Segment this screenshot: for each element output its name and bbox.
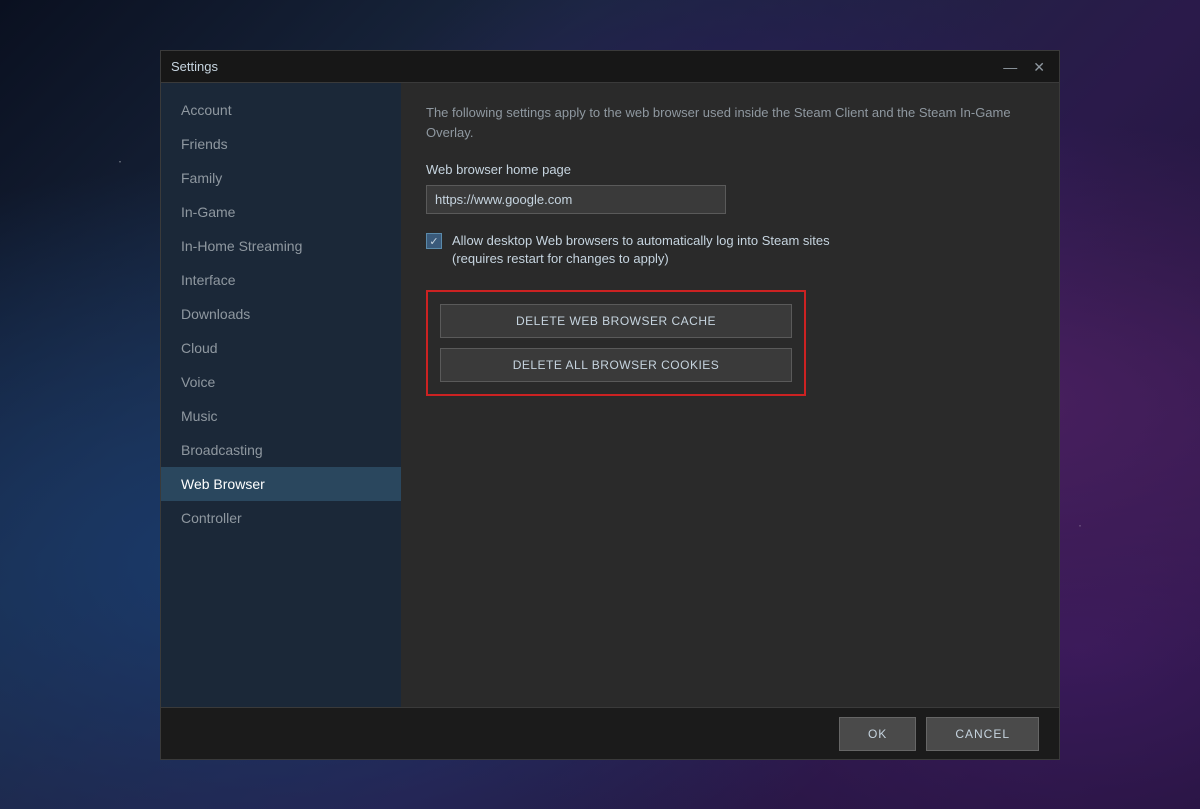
sidebar-item-controller[interactable]: Controller [161, 501, 401, 535]
sidebar-item-account[interactable]: Account [161, 93, 401, 127]
sidebar-item-cloud[interactable]: Cloud [161, 331, 401, 365]
sidebar-item-family[interactable]: Family [161, 161, 401, 195]
window-footer: OK CANCEL [161, 707, 1059, 759]
auto-login-checkbox[interactable] [426, 233, 442, 249]
title-bar: Settings — ✕ [161, 51, 1059, 83]
delete-cache-button[interactable]: DELETE WEB BROWSER CACHE [440, 304, 792, 338]
close-button[interactable]: ✕ [1029, 58, 1049, 76]
sidebar-item-downloads[interactable]: Downloads [161, 297, 401, 331]
cancel-button[interactable]: CANCEL [926, 717, 1039, 751]
window-body: Account Friends Family In-Game In-Home S… [161, 83, 1059, 707]
delete-section: DELETE WEB BROWSER CACHE DELETE ALL BROW… [426, 290, 806, 396]
settings-window: Settings — ✕ Account Friends Family In-G… [160, 50, 1060, 760]
sidebar-item-in-game[interactable]: In-Game [161, 195, 401, 229]
description-text: The following settings apply to the web … [426, 103, 1034, 142]
delete-cookies-button[interactable]: DELETE ALL BROWSER COOKIES [440, 348, 792, 382]
window-controls: — ✕ [999, 58, 1049, 76]
sidebar: Account Friends Family In-Game In-Home S… [161, 83, 401, 707]
home-page-label: Web browser home page [426, 162, 1034, 177]
sidebar-item-in-home-streaming[interactable]: In-Home Streaming [161, 229, 401, 263]
minimize-button[interactable]: — [999, 58, 1021, 76]
window-title: Settings [171, 59, 218, 74]
checkbox-label: Allow desktop Web browsers to automatica… [452, 232, 830, 268]
main-content: The following settings apply to the web … [401, 83, 1059, 707]
ok-button[interactable]: OK [839, 717, 916, 751]
home-page-input[interactable] [426, 185, 726, 214]
sidebar-item-friends[interactable]: Friends [161, 127, 401, 161]
sidebar-item-music[interactable]: Music [161, 399, 401, 433]
sidebar-item-interface[interactable]: Interface [161, 263, 401, 297]
sidebar-item-web-browser[interactable]: Web Browser [161, 467, 401, 501]
checkbox-row: Allow desktop Web browsers to automatica… [426, 232, 1034, 268]
sidebar-item-voice[interactable]: Voice [161, 365, 401, 399]
sidebar-item-broadcasting[interactable]: Broadcasting [161, 433, 401, 467]
